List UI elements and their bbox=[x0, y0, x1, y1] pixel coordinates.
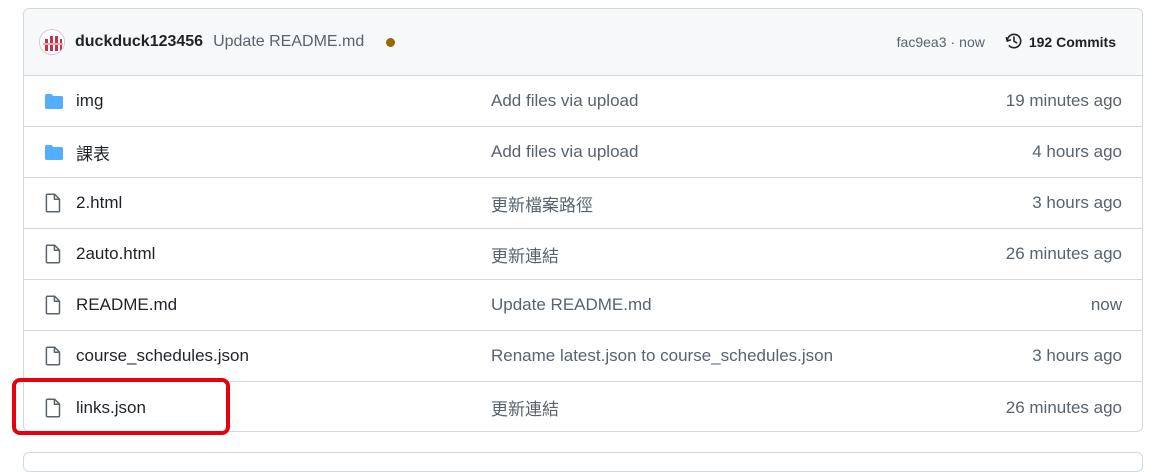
file-commit-time: 3 hours ago bbox=[1032, 346, 1122, 365]
author-avatar[interactable] bbox=[39, 29, 65, 55]
file-commit-message-link[interactable]: Update README.md bbox=[491, 295, 1091, 315]
file-name-cell: course_schedules.json bbox=[44, 346, 491, 366]
file-row[interactable]: 2.html 更新檔案路徑 3 hours ago bbox=[24, 178, 1142, 229]
file-commit-time: 26 minutes ago bbox=[1005, 397, 1122, 417]
commit-time: now bbox=[959, 34, 985, 50]
file-row[interactable]: 2auto.html 更新連結 26 minutes ago bbox=[24, 229, 1142, 280]
file-name-cell: 2.html bbox=[44, 193, 491, 213]
file-icon bbox=[44, 193, 66, 213]
file-name-cell: links.json bbox=[44, 398, 491, 418]
file-commit-message-link[interactable]: 更新連結 bbox=[491, 395, 1006, 420]
file-row[interactable]: course_schedules.json Rename latest.json … bbox=[24, 331, 1142, 382]
file-name-link[interactable]: README.md bbox=[76, 295, 177, 315]
file-name-link[interactable]: img bbox=[76, 91, 103, 111]
file-name-link[interactable]: course_schedules.json bbox=[76, 346, 249, 366]
commit-separator: · bbox=[950, 34, 956, 50]
file-commit-time: now bbox=[1090, 295, 1122, 314]
commit-message-link[interactable]: Update README.md bbox=[213, 33, 364, 51]
file-commit-message-link[interactable]: 更新連結 bbox=[491, 242, 1006, 267]
file-row[interactable]: README.md Update README.md now bbox=[24, 280, 1142, 331]
commits-history-link[interactable]: 192 Commits bbox=[1005, 32, 1116, 53]
file-commit-message-link[interactable]: 更新檔案路徑 bbox=[491, 191, 1032, 216]
history-icon bbox=[1005, 32, 1023, 53]
file-name-cell: 2auto.html bbox=[44, 244, 491, 264]
file-name-link[interactable]: links.json bbox=[76, 398, 146, 418]
file-icon bbox=[44, 295, 66, 315]
commit-status-dot[interactable] bbox=[386, 37, 396, 47]
file-icon bbox=[44, 244, 66, 264]
file-row[interactable]: 課表 Add files via upload 4 hours ago bbox=[24, 127, 1142, 178]
file-list: img Add files via upload 19 minutes ago 課表 A… bbox=[24, 76, 1142, 431]
file-name-cell: img bbox=[44, 91, 491, 111]
file-commit-time: 26 minutes ago bbox=[1005, 244, 1122, 263]
file-commit-time: 3 hours ago bbox=[1032, 193, 1122, 212]
file-icon bbox=[44, 397, 66, 418]
file-name-link[interactable]: 課表 bbox=[76, 140, 110, 165]
file-commit-message-link[interactable]: Rename latest.json to course_schedules.j… bbox=[491, 346, 1032, 366]
file-commit-time: 19 minutes ago bbox=[1005, 91, 1122, 110]
file-commit-message-link[interactable]: Add files via upload bbox=[491, 142, 1032, 162]
file-name-link[interactable]: 2.html bbox=[76, 193, 122, 213]
readme-box-edge bbox=[23, 452, 1143, 472]
folder-icon bbox=[44, 91, 66, 111]
file-name-cell: README.md bbox=[44, 295, 491, 315]
commit-sha-link[interactable]: fac9ea3 bbox=[897, 34, 947, 50]
commit-author-link[interactable]: duckduck123456 bbox=[75, 33, 203, 51]
file-name-link[interactable]: 2auto.html bbox=[76, 244, 155, 264]
folder-icon bbox=[44, 142, 66, 162]
file-name-cell: 課表 bbox=[44, 140, 491, 165]
repo-file-browser: duckduck123456 Update README.md fac9ea3 … bbox=[23, 8, 1143, 432]
file-commit-message-link[interactable]: Add files via upload bbox=[491, 91, 1006, 111]
file-row[interactable]: img Add files via upload 19 minutes ago bbox=[24, 76, 1142, 127]
file-row[interactable]: links.json 更新連結 26 minutes ago bbox=[24, 382, 1142, 431]
commits-count-label: 192 Commits bbox=[1028, 34, 1116, 50]
file-icon bbox=[44, 346, 66, 366]
latest-commit-bar: duckduck123456 Update README.md fac9ea3 … bbox=[24, 9, 1142, 76]
file-commit-time: 4 hours ago bbox=[1032, 142, 1122, 161]
